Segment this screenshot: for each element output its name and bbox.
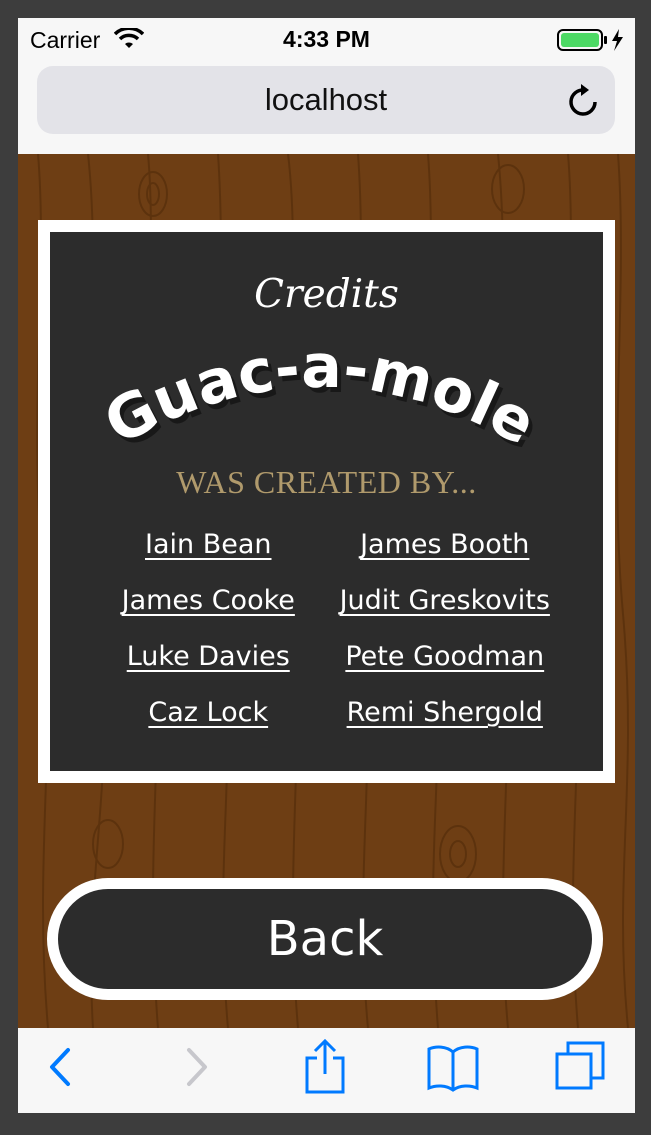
credits-heading: Credits bbox=[254, 272, 399, 317]
forward-arrow-icon[interactable] bbox=[181, 1044, 211, 1095]
credits-name-list: Iain Bean James Booth James Cooke Judit … bbox=[50, 524, 603, 734]
credit-name-link[interactable]: Caz Lock bbox=[50, 692, 327, 734]
credit-name-link[interactable]: Remi Shergold bbox=[327, 692, 604, 734]
status-time: 4:33 PM bbox=[283, 26, 370, 52]
credit-name-link[interactable]: James Cooke bbox=[50, 580, 327, 622]
credit-name-link[interactable]: James Booth bbox=[327, 524, 604, 566]
created-by-label: WAS CREATED BY... bbox=[176, 464, 477, 500]
status-bar: Carrier 4:33 PM bbox=[18, 18, 635, 62]
game-logo: Guac-a-mole Guac-a-mole bbox=[93, 342, 550, 462]
credit-name-link[interactable]: Judit Greskovits bbox=[327, 580, 604, 622]
browser-toolbar bbox=[18, 1028, 635, 1113]
reload-icon[interactable] bbox=[567, 82, 601, 123]
credits-panel: Credits Guac-a-mole Guac-a-mole WAS CREA… bbox=[38, 220, 615, 783]
url-text: localhost bbox=[264, 82, 388, 117]
back-arrow-icon[interactable] bbox=[46, 1044, 76, 1095]
battery-icon bbox=[557, 28, 627, 58]
back-button[interactable]: Back bbox=[47, 878, 603, 1000]
phone-screen: Carrier 4:33 PM localhost Credits Guac-a… bbox=[18, 18, 635, 1113]
credit-name-link[interactable]: Pete Goodman bbox=[327, 636, 604, 678]
share-icon[interactable] bbox=[304, 1038, 346, 1099]
credit-name-link[interactable]: Iain Bean bbox=[50, 524, 327, 566]
address-bar[interactable]: localhost bbox=[37, 66, 615, 134]
credits-panel-inner: Credits Guac-a-mole Guac-a-mole WAS CREA… bbox=[50, 232, 603, 771]
tabs-icon[interactable] bbox=[554, 1040, 606, 1097]
bookmarks-icon[interactable] bbox=[426, 1042, 480, 1097]
credit-name-link[interactable]: Luke Davies bbox=[50, 636, 327, 678]
game-content: Credits Guac-a-mole Guac-a-mole WAS CREA… bbox=[18, 154, 635, 1028]
